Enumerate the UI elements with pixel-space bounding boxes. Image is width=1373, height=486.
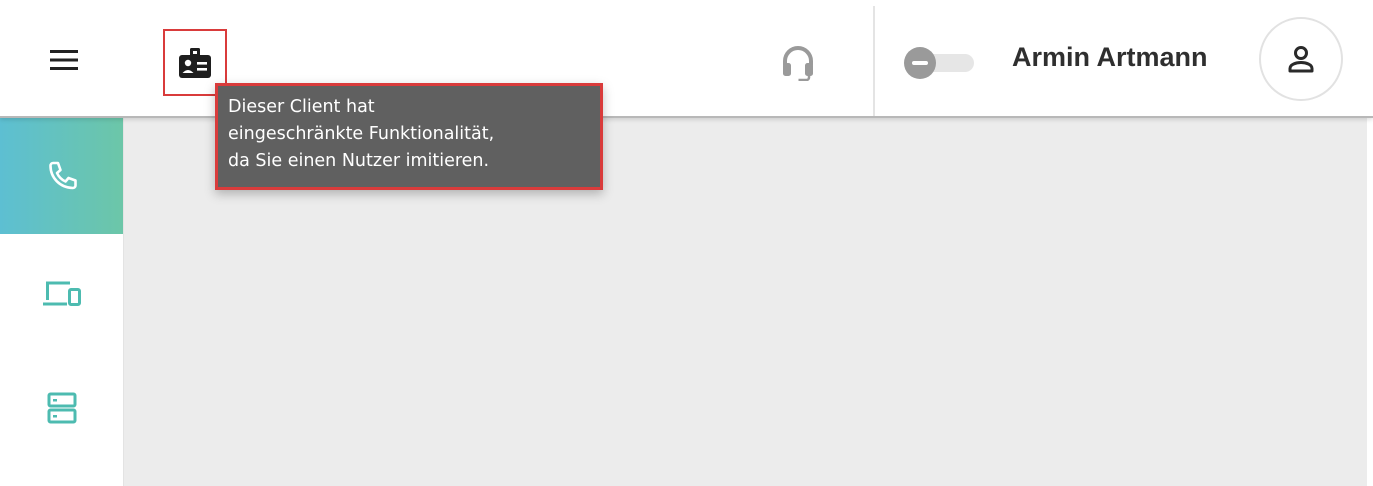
id-badge-icon — [179, 47, 211, 78]
sidebar-item-devices[interactable] — [0, 236, 123, 352]
top-app-bar: Armin Artmann — [0, 0, 1373, 118]
user-name: Armin Artmann — [1012, 42, 1208, 72]
tooltip-line: da Sie einen Nutzer imitieren. — [228, 151, 490, 171]
headset-button[interactable] — [774, 38, 822, 86]
person-icon — [1288, 46, 1314, 73]
tooltip-line: Dieser Client hat — [228, 97, 375, 117]
header-divider — [873, 6, 875, 116]
menu-button[interactable] — [40, 40, 88, 80]
phone-icon — [48, 161, 77, 190]
sidebar-item-calls[interactable] — [0, 118, 123, 234]
tooltip-line: eingeschränkte Funktionalität, — [228, 124, 495, 144]
do-not-disturb-icon — [904, 47, 936, 79]
availability-toggle[interactable] — [902, 45, 976, 79]
impersonation-tooltip: Dieser Client hat eingeschränkte Funktio… — [215, 83, 603, 190]
hamburger-menu-icon — [50, 50, 78, 70]
server-icon — [47, 392, 76, 424]
headset-icon — [783, 46, 813, 81]
user-avatar-button[interactable] — [1259, 17, 1343, 101]
sidebar-item-servers[interactable] — [0, 350, 123, 466]
devices-icon — [42, 281, 81, 306]
sidebar-nav — [0, 118, 124, 486]
scroll-gutter — [1367, 118, 1373, 486]
